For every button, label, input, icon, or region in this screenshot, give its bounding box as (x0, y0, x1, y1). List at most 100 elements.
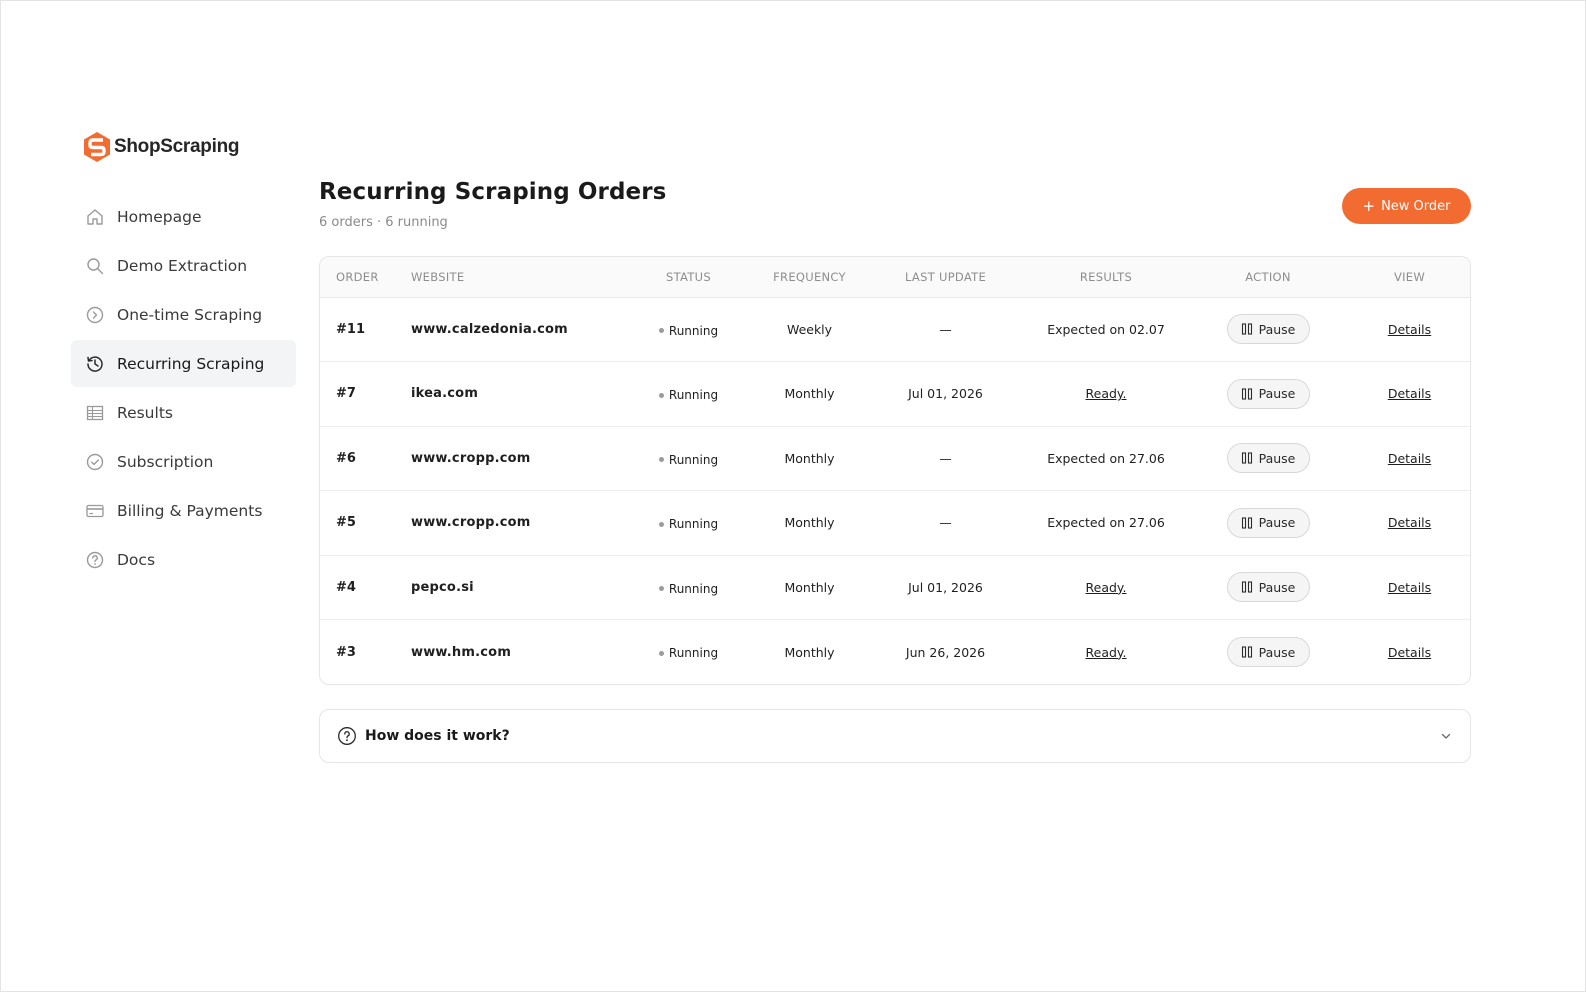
status-badge: Running (658, 388, 719, 402)
sidebar-item-label: Homepage (117, 207, 202, 226)
order-id: #3 (320, 619, 411, 684)
frequency: Monthly (751, 361, 868, 426)
new-order-label: New Order (1381, 198, 1451, 214)
page-title: Recurring Scraping Orders (319, 179, 667, 205)
status-text: Running (668, 581, 719, 596)
details-link[interactable]: Details (1388, 322, 1431, 337)
last-update: Jun 26, 2026 (868, 619, 1023, 684)
sidebar-item-homepage[interactable]: Homepage (71, 193, 296, 240)
results-ready-link[interactable]: Ready. (1086, 645, 1127, 660)
sidebar-item-label: Docs (117, 550, 156, 569)
table-row: #5 www.cropp.com Running Monthly — Expec… (320, 490, 1470, 555)
column-header-view[interactable]: View (1347, 257, 1470, 298)
plus-icon: + (1362, 196, 1376, 215)
last-update: — (868, 425, 1023, 491)
details-link[interactable]: Details (1388, 645, 1431, 660)
column-header-status[interactable]: Status (626, 257, 751, 298)
sidebar-item-demo-extraction[interactable]: Demo Extraction (71, 242, 296, 289)
results-expected: Expected on 02.07 (1047, 321, 1165, 337)
table-row: #11 www.calzedonia.com Running Weekly — … (320, 297, 1470, 362)
pause-label: Pause (1258, 644, 1296, 660)
check-circle-icon (85, 452, 105, 472)
credit-card-icon (85, 501, 105, 521)
details-link[interactable]: Details (1388, 451, 1431, 466)
results-ready-link[interactable]: Ready. (1086, 580, 1127, 595)
results-expected: Expected on 27.06 (1047, 515, 1165, 531)
results-ready-link[interactable]: Ready. (1086, 386, 1127, 401)
status-dot-icon (658, 457, 664, 462)
pause-button[interactable]: Pause (1226, 378, 1310, 409)
sidebar-item-results[interactable]: Results (71, 389, 296, 436)
pause-label: Pause (1258, 450, 1296, 466)
sidebar-item-label: Subscription (117, 452, 214, 471)
table-row: #7 ikea.com Running Monthly Jul 01, 2026… (320, 361, 1470, 426)
website: ikea.com (411, 361, 626, 426)
last-update: Jul 01, 2026 (868, 554, 1023, 620)
new-order-button[interactable]: + New Order (1342, 188, 1471, 224)
sidebar: ShopScraping Homepage Demo Extraction On… (71, 129, 296, 585)
table-icon (85, 403, 105, 423)
column-header-website[interactable]: Website (411, 257, 626, 298)
status-badge: Running (658, 517, 719, 531)
sidebar-item-label: Billing & Payments (117, 501, 263, 520)
chevron-circle-icon (85, 305, 105, 325)
pause-button[interactable]: Pause (1226, 572, 1310, 603)
order-id: #6 (320, 425, 411, 491)
page-subtitle: 6 orders · 6 running (319, 215, 448, 230)
app-window: ShopScraping Homepage Demo Extraction On… (0, 0, 1586, 992)
last-update: — (939, 321, 952, 337)
how-it-works-accordion[interactable]: How does it work? (319, 709, 1471, 763)
sidebar-item-label: Results (117, 403, 173, 422)
sidebar-item-recurring-scraping[interactable]: Recurring Scraping (71, 340, 296, 387)
pause-icon (1241, 452, 1252, 464)
shopscraping-logo-icon (84, 132, 110, 162)
pause-button[interactable]: Pause (1226, 314, 1310, 345)
sidebar-item-billing-payments[interactable]: Billing & Payments (71, 487, 296, 534)
website: www.cropp.com (411, 425, 626, 491)
details-link[interactable]: Details (1388, 515, 1431, 530)
details-link[interactable]: Details (1388, 580, 1431, 595)
frequency: Monthly (751, 490, 868, 555)
frequency: Monthly (751, 425, 868, 491)
order-id: #7 (320, 361, 411, 426)
help-circle-icon (338, 727, 356, 745)
brand[interactable]: ShopScraping (71, 129, 296, 165)
status-dot-icon (658, 392, 664, 398)
chevron-down-icon (1441, 733, 1451, 739)
sidebar-item-label: Recurring Scraping (117, 354, 265, 373)
status-text: Running (668, 517, 719, 531)
order-id: #11 (336, 321, 365, 337)
pause-button[interactable]: Pause (1226, 443, 1310, 474)
accordion-title: How does it work? (365, 728, 510, 744)
pause-button[interactable]: Pause (1226, 637, 1310, 667)
status-text: Running (668, 646, 719, 661)
column-header-results[interactable]: Results (1023, 257, 1189, 298)
column-header-order[interactable]: Order (320, 257, 411, 298)
sidebar-item-label: Demo Extraction (117, 256, 248, 275)
details-link[interactable]: Details (1388, 386, 1431, 401)
pause-icon (1241, 388, 1252, 400)
frequency: Monthly (751, 619, 868, 684)
last-update: — (868, 490, 1023, 555)
status-text: Running (668, 452, 719, 467)
column-header-frequency[interactable]: Frequency (751, 257, 868, 298)
history-icon (85, 354, 105, 374)
sidebar-item-one-time-scraping[interactable]: One-time Scraping (71, 291, 296, 338)
pause-icon (1241, 517, 1252, 529)
sidebar-item-docs[interactable]: Docs (71, 536, 296, 583)
search-icon (85, 256, 105, 276)
frequency: Weekly (786, 321, 833, 337)
pause-label: Pause (1258, 579, 1296, 595)
column-header-action[interactable]: Action (1189, 257, 1347, 298)
status-dot-icon (658, 521, 664, 527)
website: pepco.si (411, 554, 626, 620)
website: www.cropp.com (411, 490, 626, 555)
table-row: #3 www.hm.com Running Monthly Jun 26, 20… (320, 619, 1470, 684)
status-text: Running (668, 388, 719, 402)
sidebar-item-subscription[interactable]: Subscription (71, 438, 296, 485)
pause-icon (1241, 581, 1252, 593)
last-update: Jul 01, 2026 (868, 361, 1023, 426)
pause-button[interactable]: Pause (1226, 507, 1310, 538)
column-header-last-update[interactable]: Last update (868, 257, 1023, 298)
status-badge: Running (658, 452, 719, 467)
